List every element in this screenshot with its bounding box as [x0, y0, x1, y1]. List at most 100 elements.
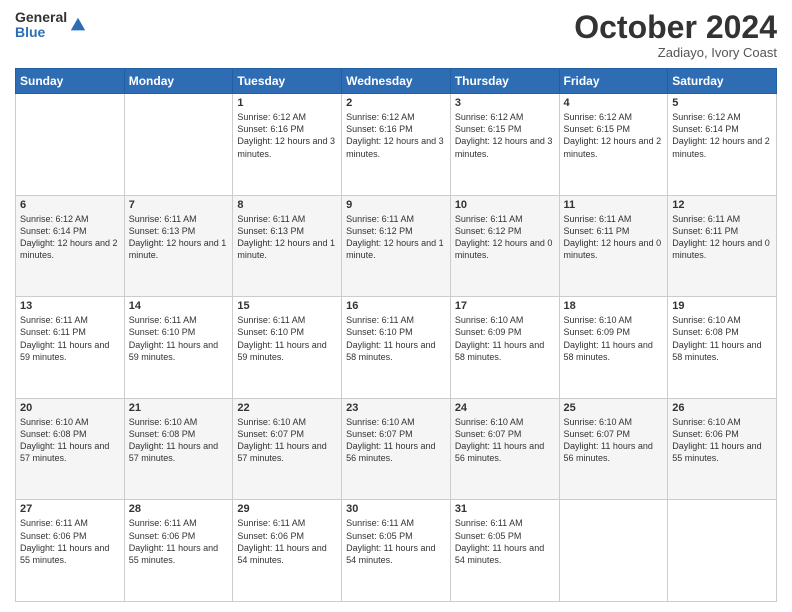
day-number: 21: [129, 402, 229, 414]
logo-text: General Blue: [15, 10, 67, 41]
day-number: 2: [346, 97, 446, 109]
calendar-week-0: 1 Sunrise: 6:12 AM Sunset: 6:16 PM Daylig…: [16, 94, 777, 196]
title-area: October 2024 Zadiayo, Ivory Coast: [574, 10, 777, 60]
day-number: 31: [455, 503, 555, 515]
day-info: Sunrise: 6:11 AM Sunset: 6:06 PM Dayligh…: [129, 517, 229, 566]
calendar-cell: 7Sunrise: 6:11 AM Sunset: 6:13 PM Daylig…: [124, 195, 233, 297]
calendar-header-sunday: Sunday: [16, 69, 125, 94]
day-number: 4: [564, 97, 664, 109]
day-info: Sunrise: 6:11 AM Sunset: 6:12 PM Dayligh…: [346, 213, 446, 262]
day-info: Sunrise: 6:10 AM Sunset: 6:06 PM Dayligh…: [672, 416, 772, 465]
month-title: October 2024: [574, 10, 777, 45]
day-info: Sunrise: 6:12 AM Sunset: 6:14 PM Dayligh…: [672, 111, 772, 160]
calendar-header-thursday: Thursday: [450, 69, 559, 94]
calendar-cell: 4Sunrise: 6:12 AM Sunset: 6:15 PM Daylig…: [559, 94, 668, 196]
calendar-cell: 2 Sunrise: 6:12 AM Sunset: 6:16 PM Daylig…: [342, 94, 451, 196]
day-info: Sunrise: 6:11 AM Sunset: 6:05 PM Dayligh…: [346, 517, 446, 566]
calendar-cell: 15Sunrise: 6:11 AM Sunset: 6:10 PM Dayli…: [233, 297, 342, 399]
day-info: Sunrise: 6:10 AM Sunset: 6:09 PM Dayligh…: [564, 314, 664, 363]
day-number: 28: [129, 503, 229, 515]
calendar-cell: 20 Sunrise: 6:10 AM Sunset: 6:08 PM Dayli…: [16, 398, 125, 500]
header: General Blue October 2024 Zadiayo, Ivory…: [15, 10, 777, 60]
day-number: 3: [455, 97, 555, 109]
calendar-cell: 28 Sunrise: 6:11 AM Sunset: 6:06 PM Dayli…: [124, 500, 233, 602]
calendar-cell: [559, 500, 668, 602]
day-info: Sunrise: 6:11 AM Sunset: 6:11 PM Dayligh…: [20, 314, 120, 363]
logo-line2: Blue: [15, 25, 67, 40]
day-number: 14: [129, 300, 229, 312]
day-info: Sunrise: 6:11 AM Sunset: 6:12 PM Dayligh…: [455, 213, 555, 262]
day-number: 8: [237, 199, 337, 211]
calendar-cell: 13Sunrise: 6:11 AM Sunset: 6:11 PM Dayli…: [16, 297, 125, 399]
calendar-cell: 25Sunrise: 6:10 AM Sunset: 6:07 PM Dayli…: [559, 398, 668, 500]
logo: General Blue: [15, 10, 87, 41]
day-info: Sunrise: 6:10 AM Sunset: 6:08 PM Dayligh…: [129, 416, 229, 465]
calendar-cell: 14 Sunrise: 6:11 AM Sunset: 6:10 PM Dayli…: [124, 297, 233, 399]
calendar-cell: 6Sunrise: 6:12 AM Sunset: 6:14 PM Daylig…: [16, 195, 125, 297]
day-number: 6: [20, 199, 120, 211]
day-number: 25: [564, 402, 664, 414]
calendar-cell: 24Sunrise: 6:10 AM Sunset: 6:07 PM Dayli…: [450, 398, 559, 500]
day-info: Sunrise: 6:10 AM Sunset: 6:07 PM Dayligh…: [346, 416, 446, 465]
day-info: Sunrise: 6:11 AM Sunset: 6:10 PM Dayligh…: [346, 314, 446, 363]
calendar-header-monday: Monday: [124, 69, 233, 94]
day-number: 11: [564, 199, 664, 211]
logo-icon: [69, 16, 87, 34]
day-info: Sunrise: 6:10 AM Sunset: 6:08 PM Dayligh…: [672, 314, 772, 363]
day-number: 9: [346, 199, 446, 211]
day-number: 19: [672, 300, 772, 312]
calendar-cell: 16 Sunrise: 6:11 AM Sunset: 6:10 PM Dayli…: [342, 297, 451, 399]
calendar-cell: 12 Sunrise: 6:11 AM Sunset: 6:11 PM Dayli…: [668, 195, 777, 297]
calendar-cell: 3 Sunrise: 6:12 AM Sunset: 6:15 PM Daylig…: [450, 94, 559, 196]
location: Zadiayo, Ivory Coast: [574, 45, 777, 60]
calendar-cell: 17Sunrise: 6:10 AM Sunset: 6:09 PM Dayli…: [450, 297, 559, 399]
page: General Blue October 2024 Zadiayo, Ivory…: [0, 0, 792, 612]
day-info: Sunrise: 6:11 AM Sunset: 6:13 PM Dayligh…: [129, 213, 229, 262]
calendar-header-wednesday: Wednesday: [342, 69, 451, 94]
calendar-header-row: SundayMondayTuesdayWednesdayThursdayFrid…: [16, 69, 777, 94]
day-info: Sunrise: 6:11 AM Sunset: 6:05 PM Dayligh…: [455, 517, 555, 566]
calendar-header-saturday: Saturday: [668, 69, 777, 94]
calendar-header-tuesday: Tuesday: [233, 69, 342, 94]
day-info: Sunrise: 6:10 AM Sunset: 6:07 PM Dayligh…: [455, 416, 555, 465]
day-info: Sunrise: 6:10 AM Sunset: 6:08 PM Dayligh…: [20, 416, 120, 465]
calendar-cell: 18 Sunrise: 6:10 AM Sunset: 6:09 PM Dayli…: [559, 297, 668, 399]
calendar-cell: 9 Sunrise: 6:11 AM Sunset: 6:12 PM Daylig…: [342, 195, 451, 297]
day-info: Sunrise: 6:10 AM Sunset: 6:07 PM Dayligh…: [237, 416, 337, 465]
calendar-cell: [124, 94, 233, 196]
day-number: 20: [20, 402, 120, 414]
calendar-cell: 22 Sunrise: 6:10 AM Sunset: 6:07 PM Dayli…: [233, 398, 342, 500]
day-info: Sunrise: 6:11 AM Sunset: 6:11 PM Dayligh…: [564, 213, 664, 262]
day-number: 16: [346, 300, 446, 312]
day-info: Sunrise: 6:11 AM Sunset: 6:10 PM Dayligh…: [129, 314, 229, 363]
calendar-cell: 26Sunrise: 6:10 AM Sunset: 6:06 PM Dayli…: [668, 398, 777, 500]
calendar-cell: 1Sunrise: 6:12 AM Sunset: 6:16 PM Daylig…: [233, 94, 342, 196]
day-number: 22: [237, 402, 337, 414]
day-info: Sunrise: 6:11 AM Sunset: 6:06 PM Dayligh…: [237, 517, 337, 566]
calendar-header-friday: Friday: [559, 69, 668, 94]
day-number: 1: [237, 97, 337, 109]
day-info: Sunrise: 6:12 AM Sunset: 6:16 PM Dayligh…: [346, 111, 446, 160]
calendar-cell: 5Sunrise: 6:12 AM Sunset: 6:14 PM Daylig…: [668, 94, 777, 196]
calendar-cell: [668, 500, 777, 602]
calendar-week-1: 6Sunrise: 6:12 AM Sunset: 6:14 PM Daylig…: [16, 195, 777, 297]
calendar-cell: 11 Sunrise: 6:11 AM Sunset: 6:11 PM Dayli…: [559, 195, 668, 297]
logo-line1: General: [15, 10, 67, 25]
calendar-cell: [16, 94, 125, 196]
day-number: 23: [346, 402, 446, 414]
day-info: Sunrise: 6:12 AM Sunset: 6:15 PM Dayligh…: [455, 111, 555, 160]
calendar-cell: 29Sunrise: 6:11 AM Sunset: 6:06 PM Dayli…: [233, 500, 342, 602]
day-number: 17: [455, 300, 555, 312]
day-info: Sunrise: 6:11 AM Sunset: 6:06 PM Dayligh…: [20, 517, 120, 566]
calendar-cell: 8 Sunrise: 6:11 AM Sunset: 6:13 PM Daylig…: [233, 195, 342, 297]
day-number: 18: [564, 300, 664, 312]
calendar-week-3: 20 Sunrise: 6:10 AM Sunset: 6:08 PM Dayli…: [16, 398, 777, 500]
day-number: 30: [346, 503, 446, 515]
calendar-table: SundayMondayTuesdayWednesdayThursdayFrid…: [15, 68, 777, 602]
calendar-week-2: 13Sunrise: 6:11 AM Sunset: 6:11 PM Dayli…: [16, 297, 777, 399]
day-number: 12: [672, 199, 772, 211]
day-info: Sunrise: 6:11 AM Sunset: 6:13 PM Dayligh…: [237, 213, 337, 262]
day-info: Sunrise: 6:11 AM Sunset: 6:11 PM Dayligh…: [672, 213, 772, 262]
calendar-cell: 30 Sunrise: 6:11 AM Sunset: 6:05 PM Dayli…: [342, 500, 451, 602]
calendar-cell: 21 Sunrise: 6:10 AM Sunset: 6:08 PM Dayli…: [124, 398, 233, 500]
